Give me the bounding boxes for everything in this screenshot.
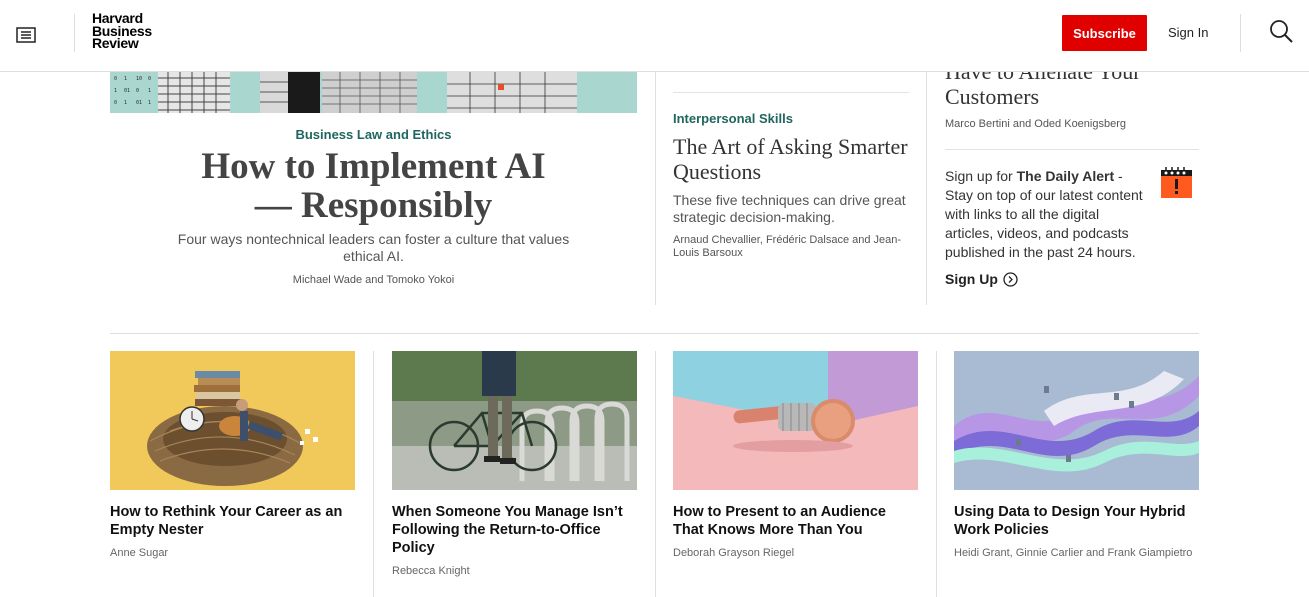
section-divider [110,333,1199,334]
header-divider [1240,14,1241,52]
column-divider [373,351,374,597]
header-divider [74,14,75,52]
hero-dek: Four ways nontechnical leaders can foste… [177,231,570,264]
search-icon[interactable] [1268,19,1294,45]
alert-name: The Daily Alert [1016,168,1115,184]
svg-text:1: 1 [148,100,151,106]
alert-prefix: Sign up for [945,168,1017,184]
card-author: Anne Sugar [110,547,169,559]
middle-byline: Arnaud Chevallier, Frédéric Dalsace and … [673,234,902,259]
sign-up-label: Sign Up [945,271,998,287]
middle-dek: These five techniques can drive great st… [673,192,906,225]
right-byline: Marco Bertini and Oded Koenigsberg [945,118,1126,130]
hero-title-line: How to Implement AI [201,146,546,187]
divider [673,92,909,93]
svg-text:1: 1 [124,100,127,106]
subscribe-button[interactable]: Subscribe [1062,15,1147,51]
middle-title[interactable]: The Art of Asking Smarter Questions [673,134,909,184]
hero-title-line: — Responsibly [254,185,493,226]
svg-text:01: 01 [136,100,142,106]
menu-icon[interactable] [16,27,38,45]
column-divider [655,351,656,597]
calendar-alert-icon [1161,167,1192,198]
svg-text:0: 0 [136,88,139,94]
sign-in-link[interactable]: Sign In [1168,25,1208,40]
card-image[interactable] [673,351,918,490]
card-author: Heidi Grant, Ginnie Carlier and Frank Gi… [954,547,1193,559]
sign-up-link[interactable]: Sign Up [945,271,1018,287]
hero-image[interactable]: 010 1 01 1 10 0 01 011 [110,72,637,113]
card-author: Rebecca Knight [392,565,470,577]
right-title-line: Customers [945,84,1040,109]
right-title[interactable]: Have to Alienate Your Customers [945,72,1199,112]
svg-text:1: 1 [114,88,117,94]
middle-kicker[interactable]: Interpersonal Skills [673,111,793,126]
card-title[interactable]: How to Rethink Your Career as an Empty N… [110,503,355,539]
svg-text:0: 0 [114,100,117,106]
svg-text:01: 01 [124,88,130,94]
right-title-line: Have to Alienate Your [945,72,1199,84]
card-title[interactable]: How to Present to an Audience That Knows… [673,503,918,539]
card-title[interactable]: When Someone You Manage Isn’t Following … [392,503,637,557]
column-divider [926,72,927,305]
logo-line: Review [92,35,139,51]
hero-byline: Michael Wade and Tomoko Yokoi [292,274,455,286]
chevron-circle-right-icon [1003,271,1018,287]
divider [945,149,1199,150]
column-divider [655,72,656,305]
svg-text:1: 1 [124,76,127,82]
svg-text:10: 10 [136,76,142,82]
hero-kicker[interactable]: Business Law and Ethics [110,127,637,142]
card-image[interactable] [392,351,637,490]
svg-text:0: 0 [114,76,117,82]
daily-alert-text: Sign up for The Daily Alert - Stay on to… [945,167,1150,262]
card-author: Deborah Grayson Riegel [673,547,795,559]
hbr-logo[interactable]: Harvard Business Review [92,11,152,51]
card-title[interactable]: Using Data to Design Your Hybrid Work Po… [954,503,1199,539]
hero-title[interactable]: How to Implement AI — Responsibly [110,147,637,225]
svg-text:1: 1 [148,88,151,94]
site-header: Harvard Business Review Subscribe Sign I… [0,0,1309,72]
cut-off-text: … [673,72,909,74]
card-image[interactable] [954,351,1199,490]
svg-text:0: 0 [148,76,151,82]
card-image[interactable] [110,351,355,490]
column-divider [936,351,937,597]
